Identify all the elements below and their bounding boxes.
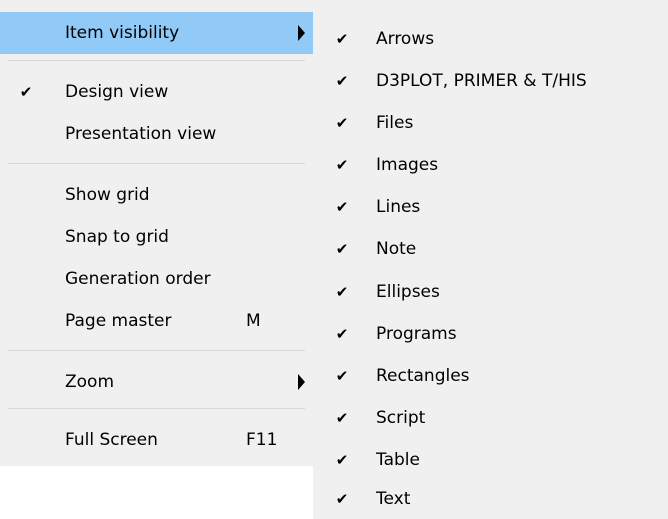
menu-item-label: Full Screen (65, 430, 158, 450)
menu-item-design-view[interactable]: ✔ Design view (0, 71, 313, 113)
submenu-item-programs[interactable]: ✔ Programs (313, 313, 668, 355)
submenu-item-table[interactable]: ✔ Table (313, 439, 668, 481)
submenu-item-lines[interactable]: ✔ Lines (313, 186, 668, 228)
check-icon: ✔ (335, 325, 349, 343)
menu-item-page-master[interactable]: Page master M (0, 300, 313, 342)
menu-separator (8, 350, 305, 351)
menu-item-label: Show grid (65, 185, 150, 205)
chevron-right-icon (298, 25, 305, 41)
menu-item-full-screen[interactable]: Full Screen F11 (0, 419, 313, 461)
menu-separator (8, 408, 305, 409)
submenu-item-label: Script (376, 408, 426, 428)
check-icon: ✔ (335, 367, 349, 385)
submenu-item-label: D3PLOT, PRIMER & T/HIS (376, 71, 587, 91)
check-icon: ✔ (335, 409, 349, 427)
check-icon: ✔ (335, 283, 349, 301)
menu-item-label: Page master (65, 311, 172, 331)
chevron-right-icon (298, 374, 305, 390)
submenu-item-label: Programs (376, 324, 457, 344)
submenu-item-arrows[interactable]: ✔ Arrows (313, 18, 668, 60)
check-icon: ✔ (335, 198, 349, 216)
menu-item-zoom[interactable]: Zoom (0, 361, 313, 403)
menu-item-label: Generation order (65, 269, 211, 289)
menu-item-label: Presentation view (65, 124, 217, 144)
submenu-item-label: Lines (376, 197, 421, 217)
menu-item-label: Design view (65, 82, 169, 102)
submenu-item-label: Files (376, 113, 414, 133)
menu-item-snap-to-grid[interactable]: Snap to grid (0, 216, 313, 258)
menu-item-label: Item visibility (65, 23, 180, 43)
check-icon: ✔ (335, 240, 349, 258)
submenu-item-rectangles[interactable]: ✔ Rectangles (313, 355, 668, 397)
check-icon: ✔ (335, 156, 349, 174)
shortcut-label: M (246, 311, 261, 331)
check-icon: ✔ (335, 114, 349, 132)
menu-separator (8, 163, 305, 164)
submenu-item-images[interactable]: ✔ Images (313, 144, 668, 186)
submenu-item-text[interactable]: ✔ Text (313, 478, 668, 519)
submenu-item-label: Text (376, 489, 411, 509)
menu-item-label: Zoom (65, 372, 115, 392)
submenu-item-label: Arrows (376, 29, 435, 49)
menu-item-item-visibility[interactable]: Item visibility (0, 12, 313, 54)
view-context-menu: Item visibility ✔ Design view Presentati… (0, 0, 313, 466)
check-icon: ✔ (19, 83, 33, 101)
menu-item-generation-order[interactable]: Generation order (0, 258, 313, 300)
shortcut-label: F11 (246, 430, 278, 450)
check-icon: ✔ (335, 451, 349, 469)
check-icon: ✔ (335, 30, 349, 48)
submenu-item-label: Note (376, 239, 417, 259)
submenu-item-ellipses[interactable]: ✔ Ellipses (313, 271, 668, 313)
submenu-item-d3plot-primer-this[interactable]: ✔ D3PLOT, PRIMER & T/HIS (313, 60, 668, 102)
menu-item-presentation-view[interactable]: Presentation view (0, 113, 313, 155)
check-icon: ✔ (335, 72, 349, 90)
submenu-item-script[interactable]: ✔ Script (313, 397, 668, 439)
check-icon: ✔ (335, 490, 349, 508)
submenu-item-label: Table (376, 450, 420, 470)
menu-item-label: Snap to grid (65, 227, 169, 247)
submenu-item-note[interactable]: ✔ Note (313, 228, 668, 270)
menu-stage: Item visibility ✔ Design view Presentati… (0, 0, 668, 519)
submenu-item-label: Rectangles (376, 366, 470, 386)
menu-item-show-grid[interactable]: Show grid (0, 174, 313, 216)
menu-separator (8, 60, 305, 61)
submenu-item-label: Images (376, 155, 439, 175)
submenu-item-files[interactable]: ✔ Files (313, 102, 668, 144)
submenu-item-label: Ellipses (376, 282, 440, 302)
item-visibility-submenu: ✔ Arrows ✔ D3PLOT, PRIMER & T/HIS ✔ File… (313, 0, 668, 519)
